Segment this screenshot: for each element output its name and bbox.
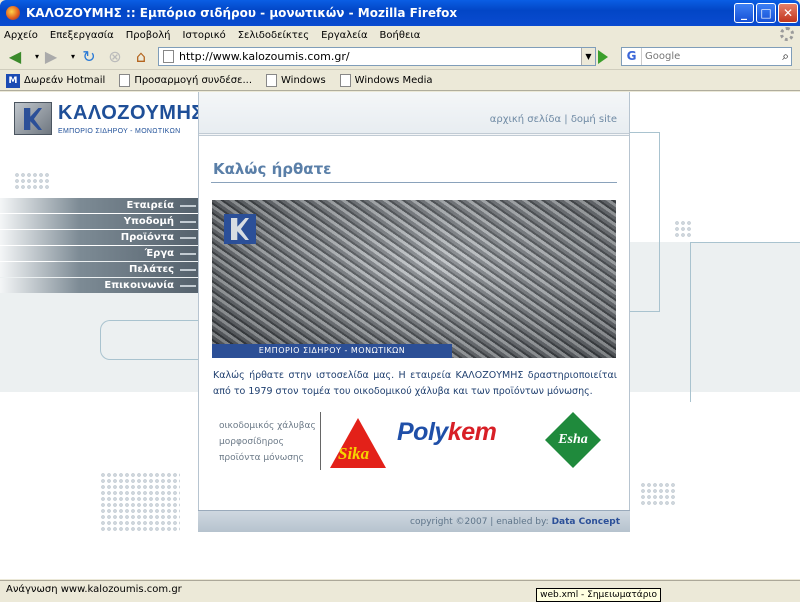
bookmark-label: Προσαρμογή συνδέσε... [134, 75, 253, 86]
maximize-button[interactable]: □ [756, 3, 776, 23]
nav-products[interactable]: Προϊόντα [0, 230, 198, 245]
status-bar: Ανάγνωση www.kalozoumis.com.gr [0, 580, 800, 600]
address-dropdown-icon[interactable]: ▼ [581, 48, 595, 65]
page-viewport: ΚΑΛΟΖΟΥΜΗΣ ΕΜΠΟΡΙΟ ΣΙΔΗΡΟΥ - ΜΟΝΩΤΙΚΩΝ Ε… [0, 92, 800, 579]
bookmark-hotmail[interactable]: M Δωρεάν Hotmail [6, 73, 106, 88]
home-link[interactable]: αρχική σελίδα [490, 114, 561, 125]
page-footer: copyright ©2007 | enabled by: Data Conce… [198, 510, 630, 532]
logo-mark-icon [14, 102, 52, 135]
page-icon [163, 50, 174, 63]
window-title: ΚΑΛΟΖΟΥΜΗΣ :: Εμπόριο σιδήρου - μονωτικώ… [26, 6, 458, 20]
polykem-logo[interactable]: Polykem [397, 418, 497, 447]
back-icon[interactable]: ◀ [4, 47, 26, 67]
decor-line [690, 242, 800, 402]
decor-dots [640, 482, 676, 506]
firefox-icon [6, 6, 20, 20]
bookmark-customize-links[interactable]: Προσαρμογή συνδέσε... [119, 74, 252, 87]
bookmark-windows[interactable]: Windows [266, 74, 326, 87]
bookmark-label: Δωρεάν Hotmail [24, 75, 106, 86]
site-nav: Εταιρεία Υποδομή Προϊόντα Έργα Πελάτες Ε… [0, 198, 198, 294]
esha-label: Esha [558, 432, 588, 447]
esha-logo[interactable]: Esha [545, 412, 601, 468]
bookmark-windows-media[interactable]: Windows Media [339, 74, 433, 87]
search-input[interactable] [645, 51, 773, 62]
home-icon[interactable]: ⌂ [130, 47, 152, 67]
page-icon [339, 74, 351, 87]
product-item: μορφοσίδηρος [219, 437, 284, 447]
banner-logo-icon [224, 214, 256, 244]
status-text: Ανάγνωση www.kalozoumis.com.gr [6, 584, 182, 595]
polykem-label-b: kem [447, 418, 497, 446]
bookmark-label: Windows Media [354, 75, 433, 86]
site-logo[interactable]: ΚΑΛΟΖΟΥΜΗΣ ΕΜΠΟΡΙΟ ΣΙΔΗΡΟΥ - ΜΟΝΩΤΙΚΩΝ [14, 102, 203, 140]
menu-edit[interactable]: Επεξεργασία [50, 30, 114, 41]
address-bar[interactable]: http://www.kalozoumis.com.gr/ ▼ [158, 47, 596, 66]
link-separator: | [564, 114, 568, 125]
product-list: οικοδομικός χάλυβας μορφοσίδηρος προϊόντ… [219, 418, 316, 466]
sika-label: Sika [338, 444, 370, 463]
title-divider [211, 182, 617, 183]
decor-line [630, 132, 660, 312]
page-icon [266, 74, 278, 87]
divider [320, 412, 321, 470]
menu-history[interactable]: Ιστορικό [183, 30, 226, 41]
bookmark-label: Windows [281, 75, 326, 86]
menu-file[interactable]: Αρχείο [4, 30, 38, 41]
copyright-text: copyright ©2007 | enabled by: [410, 517, 549, 527]
sika-logo[interactable]: Sika [330, 418, 386, 468]
go-icon[interactable] [598, 50, 608, 64]
nav-company[interactable]: Εταιρεία [0, 198, 198, 213]
stop-icon[interactable]: ⊗ [104, 47, 126, 67]
nav-contact[interactable]: Επικοινωνία [0, 278, 198, 293]
address-url: http://www.kalozoumis.com.gr/ [179, 50, 350, 63]
menu-tools[interactable]: Εργαλεία [321, 30, 367, 41]
menu-bookmarks[interactable]: Σελιδοδείκτες [238, 30, 309, 41]
msn-icon: M [6, 73, 20, 88]
decor-dots [100, 472, 180, 532]
page-icon [119, 74, 131, 87]
forward-icon[interactable]: ▶ [40, 47, 62, 67]
banner-image: ΕΜΠΟΡΙΟ ΣΙΔΗΡΟΥ - ΜΟΝΩΤΙΚΩΝ [212, 200, 616, 358]
data-concept-link[interactable]: Data Concept [552, 517, 620, 527]
minimize-button[interactable]: _ [734, 3, 754, 23]
banner-caption: ΕΜΠΟΡΙΟ ΣΙΔΗΡΟΥ - ΜΟΝΩΤΙΚΩΝ [212, 344, 452, 358]
reload-icon[interactable]: ↻ [78, 47, 100, 67]
search-engine-icon[interactable]: G [622, 48, 642, 65]
logo-subtitle: ΕΜΠΟΡΙΟ ΣΙΔΗΡΟΥ - ΜΟΝΩΤΙΚΩΝ [58, 128, 181, 135]
content-panel: αρχική σελίδα | δομή site Καλώς ήρθατε Ε… [198, 92, 630, 532]
nav-projects[interactable]: Έργα [0, 246, 198, 261]
decor-line [100, 320, 198, 360]
search-icon[interactable]: ⌕ [782, 49, 789, 64]
nav-infrastructure[interactable]: Υποδομή [0, 214, 198, 229]
menu-help[interactable]: Βοήθεια [380, 30, 421, 41]
navigation-toolbar: ◀ ▾ ▶ ▾ ↻ ⊗ ⌂ http://www.kalozoumis.com.… [0, 44, 800, 70]
product-item: προϊόντα μόνωσης [219, 453, 304, 463]
polykem-label-a: Poly [397, 418, 448, 446]
logo-name: ΚΑΛΟΖΟΥΜΗΣ [58, 102, 204, 124]
decor-dots [674, 220, 692, 238]
nav-clients[interactable]: Πελάτες [0, 262, 198, 277]
intro-text: Καλώς ήρθατε στην ιστοσελίδα μας. Η εται… [213, 370, 617, 397]
sitemap-link[interactable]: δομή site [571, 114, 617, 125]
window-titlebar: ΚΑΛΟΖΟΥΜΗΣ :: Εμπόριο σιδήρου - μονωτικώ… [0, 0, 800, 26]
top-links: αρχική σελίδα | δομή site [490, 114, 617, 125]
bookmarks-toolbar: M Δωρεάν Hotmail Προσαρμογή συνδέσε... Wi… [0, 71, 800, 91]
close-button[interactable]: ✕ [778, 3, 798, 23]
decor-dots [14, 172, 50, 190]
content-topband: αρχική σελίδα | δομή site [199, 92, 629, 136]
throbber-icon [780, 27, 794, 41]
product-item: οικοδομικός χάλυβας [219, 421, 316, 431]
page-title: Καλώς ήρθατε [213, 160, 332, 178]
search-box: G ⌕ [621, 47, 792, 66]
menu-bar: Αρχείο Επεξεργασία Προβολή Ιστορικό Σελι… [0, 26, 800, 44]
menu-view[interactable]: Προβολή [126, 30, 171, 41]
